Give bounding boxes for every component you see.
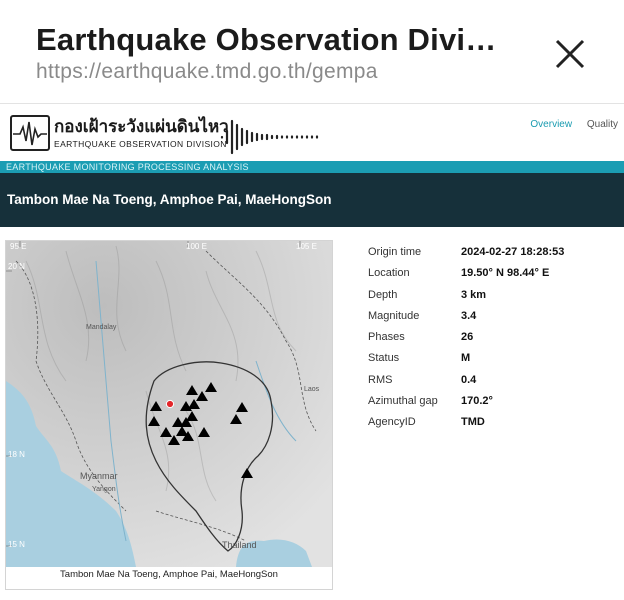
seismograph-icon: [10, 115, 50, 151]
close-icon: [555, 39, 585, 69]
detail-row-origin-time: Origin time 2024-02-27 18:28:53: [368, 246, 618, 267]
place-yangon: Yangon: [92, 486, 116, 493]
place-myanmar: Myanmar: [80, 471, 118, 481]
place-mandalay: Mandalay: [86, 324, 117, 331]
detail-value: 0.4: [461, 373, 477, 386]
place-thailand: Thailand: [222, 540, 257, 550]
page-title: Earthquake Observation Divis…: [36, 22, 506, 57]
waveform-icon: [220, 119, 319, 155]
lon-label-105: 105 E: [296, 242, 317, 251]
nav-quality-link[interactable]: Quality: [587, 119, 618, 130]
detail-row-azimuthal-gap: Azimuthal gap 170.2°: [368, 395, 618, 416]
detail-row-location: Location 19.50° N 98.44° E: [368, 267, 618, 288]
detail-row-depth: Depth 3 km: [368, 289, 618, 310]
close-button[interactable]: [548, 32, 592, 76]
lat-label-18: 18 N: [8, 450, 25, 459]
detail-label: Magnitude: [368, 309, 420, 322]
map-card: 95 E 100 E 105 E 20 N 18 N 15 N Mandalay…: [5, 240, 333, 590]
map-caption: Tambon Mae Na Toeng, Amphoe Pai, MaeHong…: [60, 569, 278, 580]
detail-value: 26: [461, 331, 474, 344]
detail-label: Azimuthal gap: [368, 395, 438, 408]
logo-english-text: EARTHQUAKE OBSERVATION DIVISION: [54, 139, 227, 149]
detail-row-rms: RMS 0.4: [368, 374, 618, 395]
browser-header: Earthquake Observation Divis… https://ea…: [0, 0, 624, 104]
detail-row-phases: Phases 26: [368, 331, 618, 352]
map-graphic: 95 E 100 E 105 E 20 N 18 N 15 N Mandalay…: [6, 241, 332, 567]
detail-value: 170.2°: [461, 395, 493, 408]
detail-value: 19.50° N 98.44° E: [461, 267, 550, 280]
detail-value: 2024-02-27 18:28:53: [461, 246, 565, 258]
page-url[interactable]: https://earthquake.tmd.go.th/gempa: [36, 60, 378, 84]
lat-label-20: 20 N: [8, 262, 25, 271]
event-header: Tambon Mae Na Toeng, Amphoe Pai, MaeHong…: [0, 173, 624, 227]
detail-row-magnitude: Magnitude 3.4: [368, 310, 618, 331]
event-map[interactable]: 95 E 100 E 105 E 20 N 18 N 15 N Mandalay…: [6, 241, 332, 567]
nav-overview-link[interactable]: Overview: [530, 119, 572, 130]
lon-label-100: 100 E: [186, 242, 207, 251]
site-logo[interactable]: กองเฝ้าระวังแผ่นดินไหว EARTHQUAKE OBSERV…: [8, 111, 319, 157]
detail-value: M: [461, 352, 471, 365]
site-header: กองเฝ้าระวังแผ่นดินไหว EARTHQUAKE OBSERV…: [0, 105, 624, 161]
detail-value: 3 km: [461, 288, 487, 301]
logo-thai-text: กองเฝ้าระวังแผ่นดินไหว: [54, 117, 229, 136]
detail-label: AgencyID: [368, 416, 416, 429]
event-details: Origin time 2024-02-27 18:28:53 Location…: [368, 246, 618, 438]
epicenter-marker[interactable]: [165, 399, 175, 409]
detail-label: Origin time: [368, 246, 422, 258]
detail-label: Phases: [368, 331, 405, 344]
place-laos: Laos: [304, 386, 320, 393]
detail-label: RMS: [368, 373, 393, 386]
detail-row-status: Status M: [368, 352, 618, 373]
detail-value: TMD: [461, 416, 485, 429]
site-subtitle: EARTHQUAKE MONITORING PROCESSING ANALYSI…: [0, 161, 624, 173]
detail-value: 3.4: [461, 309, 477, 322]
detail-label: Depth: [368, 288, 398, 301]
top-nav: Overview Quality: [518, 119, 618, 130]
detail-label: Location: [368, 267, 410, 280]
detail-row-agency-id: AgencyID TMD: [368, 416, 618, 437]
detail-label: Status: [368, 352, 400, 365]
event-title: Tambon Mae Na Toeng, Amphoe Pai, MaeHong…: [7, 192, 332, 207]
lat-label-15: 15 N: [8, 540, 25, 549]
lon-label-95: 95 E: [10, 242, 26, 251]
